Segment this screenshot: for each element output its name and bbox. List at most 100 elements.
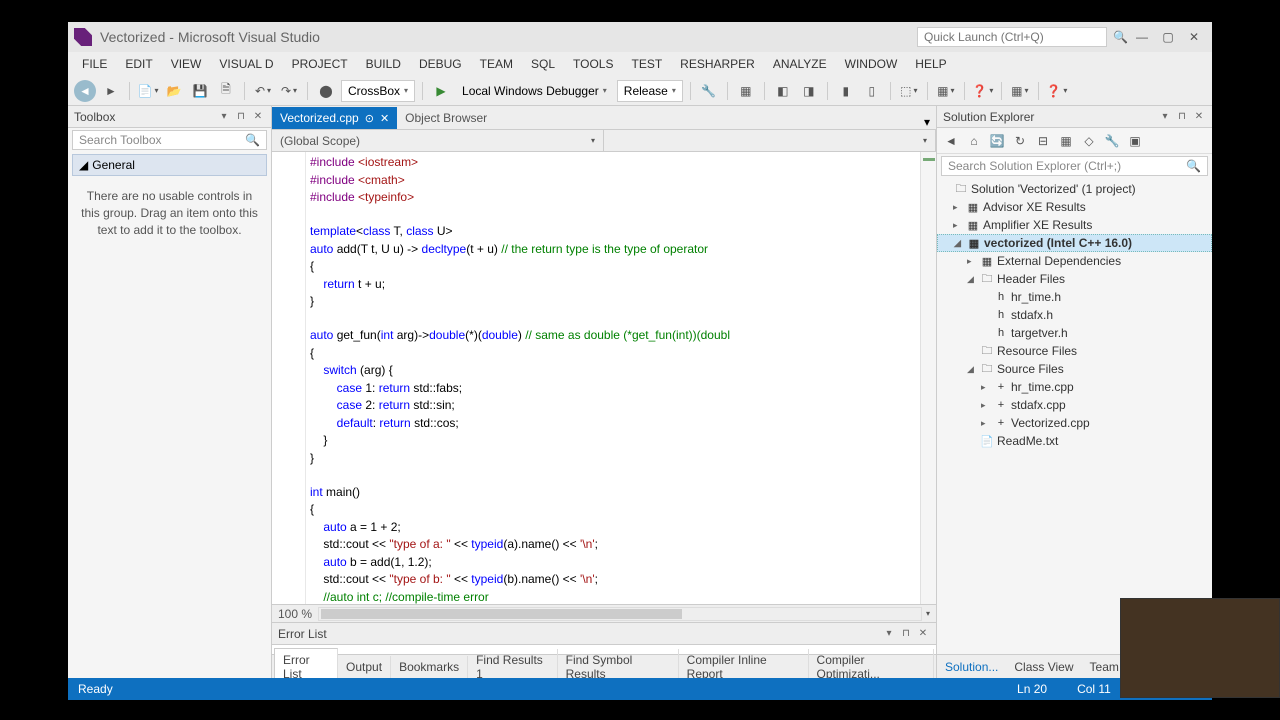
tool-btn-7[interactable]: ⬚: [898, 80, 920, 102]
tab-output[interactable]: Output: [338, 656, 391, 678]
tool-btn-5[interactable]: ▮: [835, 80, 857, 102]
solution-node[interactable]: 🗀Solution 'Vectorized' (1 project): [937, 180, 1212, 198]
quick-launch-input[interactable]: [917, 27, 1107, 47]
toolbox-general-group[interactable]: ◢ General: [72, 154, 267, 176]
horizontal-scrollbar[interactable]: [318, 607, 922, 621]
refresh-icon[interactable]: ↻: [1010, 131, 1030, 151]
menu-team[interactable]: TEAM: [472, 54, 521, 74]
menu-help[interactable]: HELP: [907, 54, 954, 74]
tab-label: Object Browser: [405, 111, 487, 125]
nav-back-button[interactable]: ◄: [74, 80, 96, 102]
tool-btn-2[interactable]: ▦: [735, 80, 757, 102]
menu-test[interactable]: TEST: [623, 54, 670, 74]
menu-analyze[interactable]: ANALYZE: [765, 54, 835, 74]
start-debug-button[interactable]: ▶: [430, 80, 452, 102]
new-project-button[interactable]: 📄: [137, 80, 159, 102]
menu-debug[interactable]: DEBUG: [411, 54, 470, 74]
tool-btn-11[interactable]: ❓: [1046, 80, 1068, 102]
close-icon[interactable]: ✕: [916, 627, 930, 641]
zoom-level[interactable]: 100 %: [278, 607, 312, 621]
menu-file[interactable]: FILE: [74, 54, 115, 74]
tool-btn-6[interactable]: ▯: [861, 80, 883, 102]
status-ready: Ready: [78, 682, 113, 696]
maximize-button[interactable]: ▢: [1156, 27, 1180, 47]
pin-icon[interactable]: ⊓: [1175, 110, 1189, 124]
close-button[interactable]: ✕: [1182, 27, 1206, 47]
minimize-button[interactable]: —: [1130, 27, 1154, 47]
tool-btn-4[interactable]: ◨: [798, 80, 820, 102]
sync-icon[interactable]: 🔄: [987, 131, 1007, 151]
main-toolbar: ◄ ► 📄 📂 💾 🗎 ↶ ↷ ⬤ CrossBox ▶ Local Windo…: [68, 76, 1212, 106]
tab-object-browser[interactable]: Object Browser: [397, 107, 495, 129]
view-code-icon[interactable]: ◇: [1079, 131, 1099, 151]
close-icon[interactable]: ✕: [251, 110, 265, 124]
header-files-node[interactable]: ◢🗀Header Files: [937, 270, 1212, 288]
config-combo[interactable]: Release: [617, 80, 683, 102]
file-targetver-h[interactable]: htargetver.h: [937, 324, 1212, 342]
amplifier-node[interactable]: ▸▦Amplifier XE Results: [937, 216, 1212, 234]
menu-project[interactable]: PROJECT: [284, 54, 356, 74]
advisor-node[interactable]: ▸▦Advisor XE Results: [937, 198, 1212, 216]
menu-edit[interactable]: EDIT: [117, 54, 160, 74]
tool-btn-3[interactable]: ◧: [772, 80, 794, 102]
dropdown-icon[interactable]: ▾: [1158, 110, 1172, 124]
toolbox-search-input[interactable]: Search Toolbox 🔍: [72, 130, 267, 150]
dropdown-icon[interactable]: ▾: [882, 627, 896, 641]
pin-icon[interactable]: ⊓: [899, 627, 913, 641]
external-deps-node[interactable]: ▸▦External Dependencies: [937, 252, 1212, 270]
code-editor[interactable]: #include <iostream> #include <cmath> #in…: [272, 152, 936, 604]
tab-solution[interactable]: Solution...: [937, 656, 1006, 678]
undo-button[interactable]: ↶: [252, 80, 274, 102]
home-icon[interactable]: ⌂: [964, 131, 984, 151]
source-files-node[interactable]: ◢🗀Source Files: [937, 360, 1212, 378]
editor-gutter: [272, 152, 306, 604]
code-content[interactable]: #include <iostream> #include <cmath> #in…: [306, 152, 920, 604]
file-hrtime-cpp[interactable]: ▸+hr_time.cpp: [937, 378, 1212, 396]
properties-icon[interactable]: 🔧: [1102, 131, 1122, 151]
tab-bookmarks[interactable]: Bookmarks: [391, 656, 468, 678]
menu-sql[interactable]: SQL: [523, 54, 563, 74]
nav-fwd-button[interactable]: ►: [100, 80, 122, 102]
preview-icon[interactable]: ▣: [1125, 131, 1145, 151]
resource-files-node[interactable]: 🗀Resource Files: [937, 342, 1212, 360]
file-hrtime-h[interactable]: hhr_time.h: [937, 288, 1212, 306]
file-stdafx-h[interactable]: hstdafx.h: [937, 306, 1212, 324]
debugger-combo[interactable]: Local Windows Debugger: [456, 80, 613, 102]
tool-btn-9[interactable]: ❓: [972, 80, 994, 102]
menu-view[interactable]: VIEW: [163, 54, 210, 74]
file-stdafx-cpp[interactable]: ▸+stdafx.cpp: [937, 396, 1212, 414]
close-icon[interactable]: ✕: [380, 112, 389, 125]
menu-resharper[interactable]: RESHARPER: [672, 54, 763, 74]
redo-button[interactable]: ↷: [278, 80, 300, 102]
open-file-button[interactable]: 📂: [163, 80, 185, 102]
tabs-dropdown-icon[interactable]: ▾: [924, 115, 930, 129]
project-node[interactable]: ◢▦vectorized (Intel C++ 16.0): [937, 234, 1212, 252]
solution-search-input[interactable]: Search Solution Explorer (Ctrl+;) 🔍: [941, 156, 1208, 176]
menu-tools[interactable]: TOOLS: [565, 54, 621, 74]
tool-btn-8[interactable]: ▦: [935, 80, 957, 102]
member-combo[interactable]: [604, 130, 936, 151]
zoom-bar: 100 %: [272, 604, 936, 622]
tool-btn-1[interactable]: 🔧: [698, 80, 720, 102]
crossbox-combo[interactable]: CrossBox: [341, 80, 415, 102]
back-icon[interactable]: ◄: [941, 131, 961, 151]
pin-icon[interactable]: ⊓: [234, 110, 248, 124]
close-icon[interactable]: ✕: [1192, 110, 1206, 124]
menu-visuald[interactable]: VISUAL D: [211, 54, 281, 74]
save-all-button[interactable]: 🗎: [215, 80, 237, 102]
collapse-icon[interactable]: ⊟: [1033, 131, 1053, 151]
tool-btn-10[interactable]: ▦: [1009, 80, 1031, 102]
tab-class-view[interactable]: Class View: [1006, 656, 1081, 678]
file-vectorized-cpp[interactable]: ▸+Vectorized.cpp: [937, 414, 1212, 432]
show-all-icon[interactable]: ▦: [1056, 131, 1076, 151]
overview-ruler[interactable]: [920, 152, 936, 604]
save-button[interactable]: 💾: [189, 80, 211, 102]
scope-combo[interactable]: (Global Scope): [272, 130, 604, 151]
file-readme[interactable]: 📄ReadMe.txt: [937, 432, 1212, 450]
search-icon[interactable]: 🔍: [1113, 30, 1128, 44]
dropdown-icon[interactable]: ▾: [217, 110, 231, 124]
pin-icon[interactable]: ⊙: [365, 112, 374, 125]
tab-vectorized-cpp[interactable]: Vectorized.cpp ⊙ ✕: [272, 107, 397, 129]
menu-build[interactable]: BUILD: [358, 54, 409, 74]
menu-window[interactable]: WINDOW: [837, 54, 906, 74]
